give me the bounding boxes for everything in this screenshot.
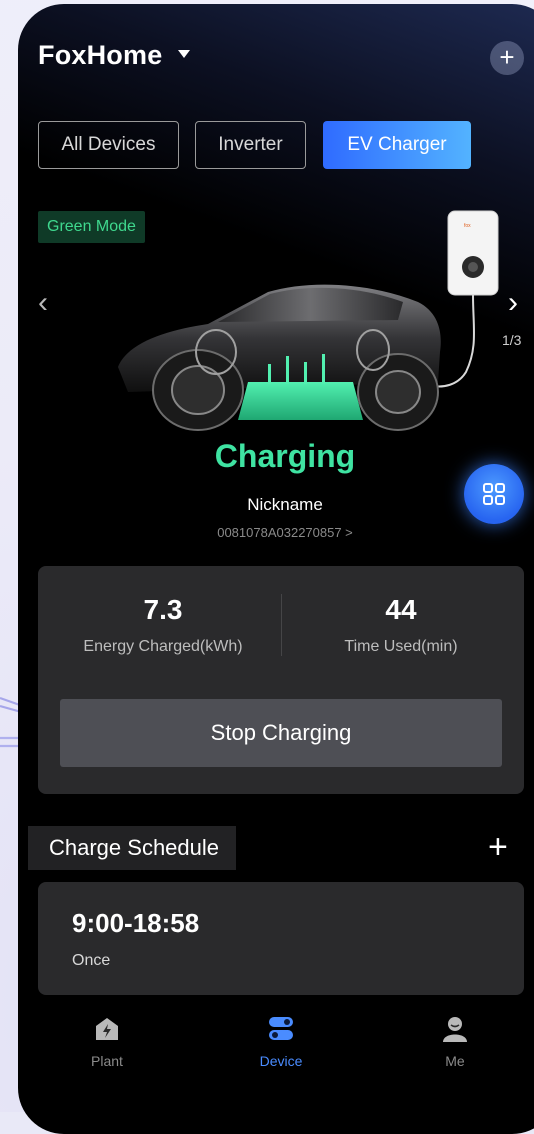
- device-nickname: Nickname: [247, 495, 323, 514]
- nav-item-device[interactable]: Device: [226, 1014, 336, 1069]
- energy-charged-label: Energy Charged(kWh): [83, 638, 243, 655]
- stats-divider: [281, 594, 282, 656]
- nav-item-me[interactable]: Me: [400, 1014, 510, 1069]
- schedule-repeat: Once: [72, 952, 111, 969]
- phone-screen: FoxHome + All Devices Inverter EV Charge…: [18, 4, 534, 1134]
- plant-icon: [96, 1018, 118, 1040]
- chevron-left-icon[interactable]: ‹: [38, 286, 48, 320]
- car-illustration: [118, 284, 441, 431]
- svg-text:fox: fox: [464, 223, 471, 229]
- home-selector-title[interactable]: FoxHome: [38, 40, 162, 71]
- nav-label-device: Device: [259, 1053, 303, 1069]
- nav-label-me: Me: [445, 1053, 465, 1069]
- grid-icon: [483, 483, 505, 505]
- nav-label-plant: Plant: [91, 1053, 123, 1069]
- stop-charging-button[interactable]: Stop Charging: [60, 699, 502, 767]
- caret-down-icon[interactable]: [178, 50, 190, 58]
- green-mode-badge[interactable]: Green Mode: [38, 211, 145, 243]
- device-icon: [269, 1017, 293, 1040]
- charging-status: Charging: [214, 438, 356, 474]
- device-serial-link[interactable]: 0081078A032270857 >: [18, 525, 534, 540]
- plus-icon: +: [499, 42, 515, 72]
- time-used-label: Time Used(min): [344, 638, 458, 655]
- floating-menu-button[interactable]: [464, 464, 524, 524]
- tab-all-devices[interactable]: All Devices: [38, 121, 179, 169]
- schedule-time: 9:00-18:58: [72, 908, 200, 938]
- add-button[interactable]: +: [490, 41, 524, 75]
- add-schedule-icon[interactable]: +: [488, 830, 508, 864]
- tab-inverter[interactable]: Inverter: [195, 121, 306, 169]
- nav-item-plant[interactable]: Plant: [52, 1014, 162, 1069]
- energy-charged-value: 7.3: [143, 594, 183, 625]
- charge-schedule-title: Charge Schedule: [28, 826, 236, 870]
- user-icon: [443, 1017, 467, 1042]
- tab-ev-charger[interactable]: EV Charger: [323, 121, 471, 169]
- time-used-value: 44: [385, 594, 417, 625]
